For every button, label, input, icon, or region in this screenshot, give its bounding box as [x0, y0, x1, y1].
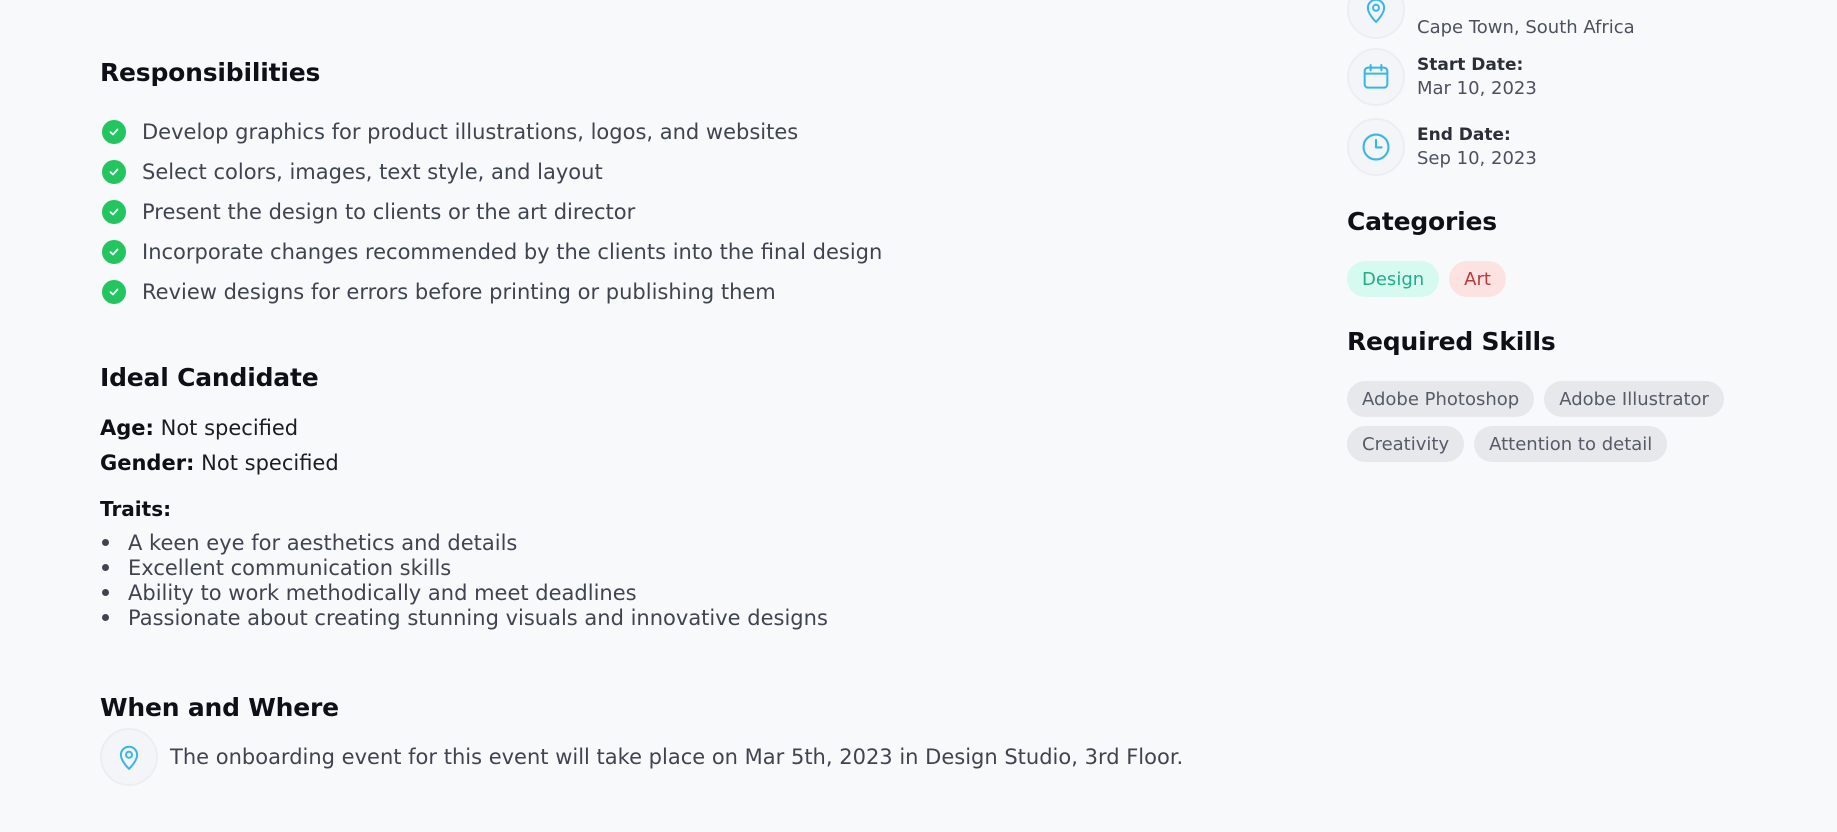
- map-pin-icon: [1347, 0, 1405, 39]
- list-item: Ability to work methodically and meet de…: [100, 580, 828, 605]
- responsibility-text: Select colors, images, text style, and l…: [142, 160, 603, 184]
- list-item: Excellent communication skills: [100, 555, 828, 580]
- end-date-label: End Date:: [1417, 125, 1511, 145]
- list-item: Review designs for errors before printin…: [100, 272, 882, 312]
- start-date-row: Start Date: Mar 10, 2023: [1347, 48, 1537, 106]
- when-where-text: The onboarding event for this event will…: [170, 745, 1184, 769]
- job-details-page: Responsibilities Develop graphics for pr…: [0, 0, 1837, 832]
- location-value: Cape Town, South Africa: [1417, 17, 1635, 38]
- required-skills-heading: Required Skills: [1347, 327, 1556, 356]
- gender-row: Gender: Not specified: [100, 451, 339, 475]
- list-item: Select colors, images, text style, and l…: [100, 152, 882, 192]
- check-circle-icon: [102, 240, 126, 264]
- list-item: A keen eye for aesthetics and details: [100, 530, 828, 555]
- check-circle-icon: [102, 120, 126, 144]
- age-row: Age: Not specified: [100, 416, 298, 440]
- traits-list: A keen eye for aesthetics and details Ex…: [100, 530, 828, 630]
- category-tag-design[interactable]: Design: [1347, 261, 1440, 297]
- check-circle-icon: [102, 200, 126, 224]
- start-date-value: Mar 10, 2023: [1417, 78, 1537, 99]
- end-date-value: Sep 10, 2023: [1417, 148, 1537, 169]
- responsibility-text: Incorporate changes recommended by the c…: [142, 240, 883, 264]
- trait-text: A keen eye for aesthetics and details: [128, 530, 518, 555]
- age-value: Not specified: [160, 416, 299, 440]
- responsibilities-heading: Responsibilities: [100, 58, 321, 87]
- clock-icon: [1347, 118, 1405, 176]
- end-date-row: End Date: Sep 10, 2023: [1347, 118, 1537, 176]
- category-tag-art[interactable]: Art: [1449, 261, 1506, 297]
- skill-tag[interactable]: Adobe Photoshop: [1347, 381, 1535, 417]
- gender-value: Not specified: [201, 451, 339, 475]
- start-date-label: Start Date:: [1417, 55, 1524, 75]
- map-pin-icon: [100, 728, 158, 786]
- age-label: Age:: [100, 416, 154, 440]
- responsibilities-list: Develop graphics for product illustratio…: [100, 112, 882, 312]
- trait-text: Passionate about creating stunning visua…: [128, 605, 828, 630]
- location-row: Cape Town, South Africa: [1347, 0, 1635, 40]
- list-item: Present the design to clients or the art…: [100, 192, 882, 232]
- trait-text: Ability to work methodically and meet de…: [128, 580, 637, 605]
- ideal-candidate-heading: Ideal Candidate: [100, 363, 319, 392]
- categories-heading: Categories: [1347, 207, 1497, 236]
- location-info: Cape Town, South Africa: [1417, 0, 1635, 40]
- trait-text: Excellent communication skills: [128, 555, 452, 580]
- categories-tags: Design Art: [1347, 261, 1807, 297]
- bullet-icon: [102, 564, 109, 571]
- responsibility-text: Present the design to clients or the art…: [142, 200, 636, 224]
- list-item: Incorporate changes recommended by the c…: [100, 232, 882, 272]
- when-where-row: The onboarding event for this event will…: [100, 728, 1183, 786]
- when-where-heading: When and Where: [100, 693, 339, 722]
- skill-tag[interactable]: Attention to detail: [1474, 426, 1668, 462]
- skill-tag[interactable]: Creativity: [1347, 426, 1465, 462]
- list-item: Develop graphics for product illustratio…: [100, 112, 882, 152]
- responsibility-text: Review designs for errors before printin…: [142, 280, 776, 304]
- traits-label: Traits:: [100, 497, 172, 521]
- bullet-icon: [102, 589, 109, 596]
- calendar-icon: [1347, 48, 1405, 106]
- responsibility-text: Develop graphics for product illustratio…: [142, 120, 799, 144]
- bullet-icon: [102, 614, 109, 621]
- check-circle-icon: [102, 280, 126, 304]
- start-date-info: Start Date: Mar 10, 2023: [1417, 53, 1537, 101]
- list-item: Passionate about creating stunning visua…: [100, 605, 828, 630]
- end-date-info: End Date: Sep 10, 2023: [1417, 123, 1537, 171]
- gender-label: Gender:: [100, 451, 195, 475]
- skills-tags: Adobe Photoshop Adobe Illustrator Creati…: [1347, 381, 1807, 462]
- bullet-icon: [102, 539, 109, 546]
- check-circle-icon: [102, 160, 126, 184]
- skill-tag[interactable]: Adobe Illustrator: [1544, 381, 1724, 417]
